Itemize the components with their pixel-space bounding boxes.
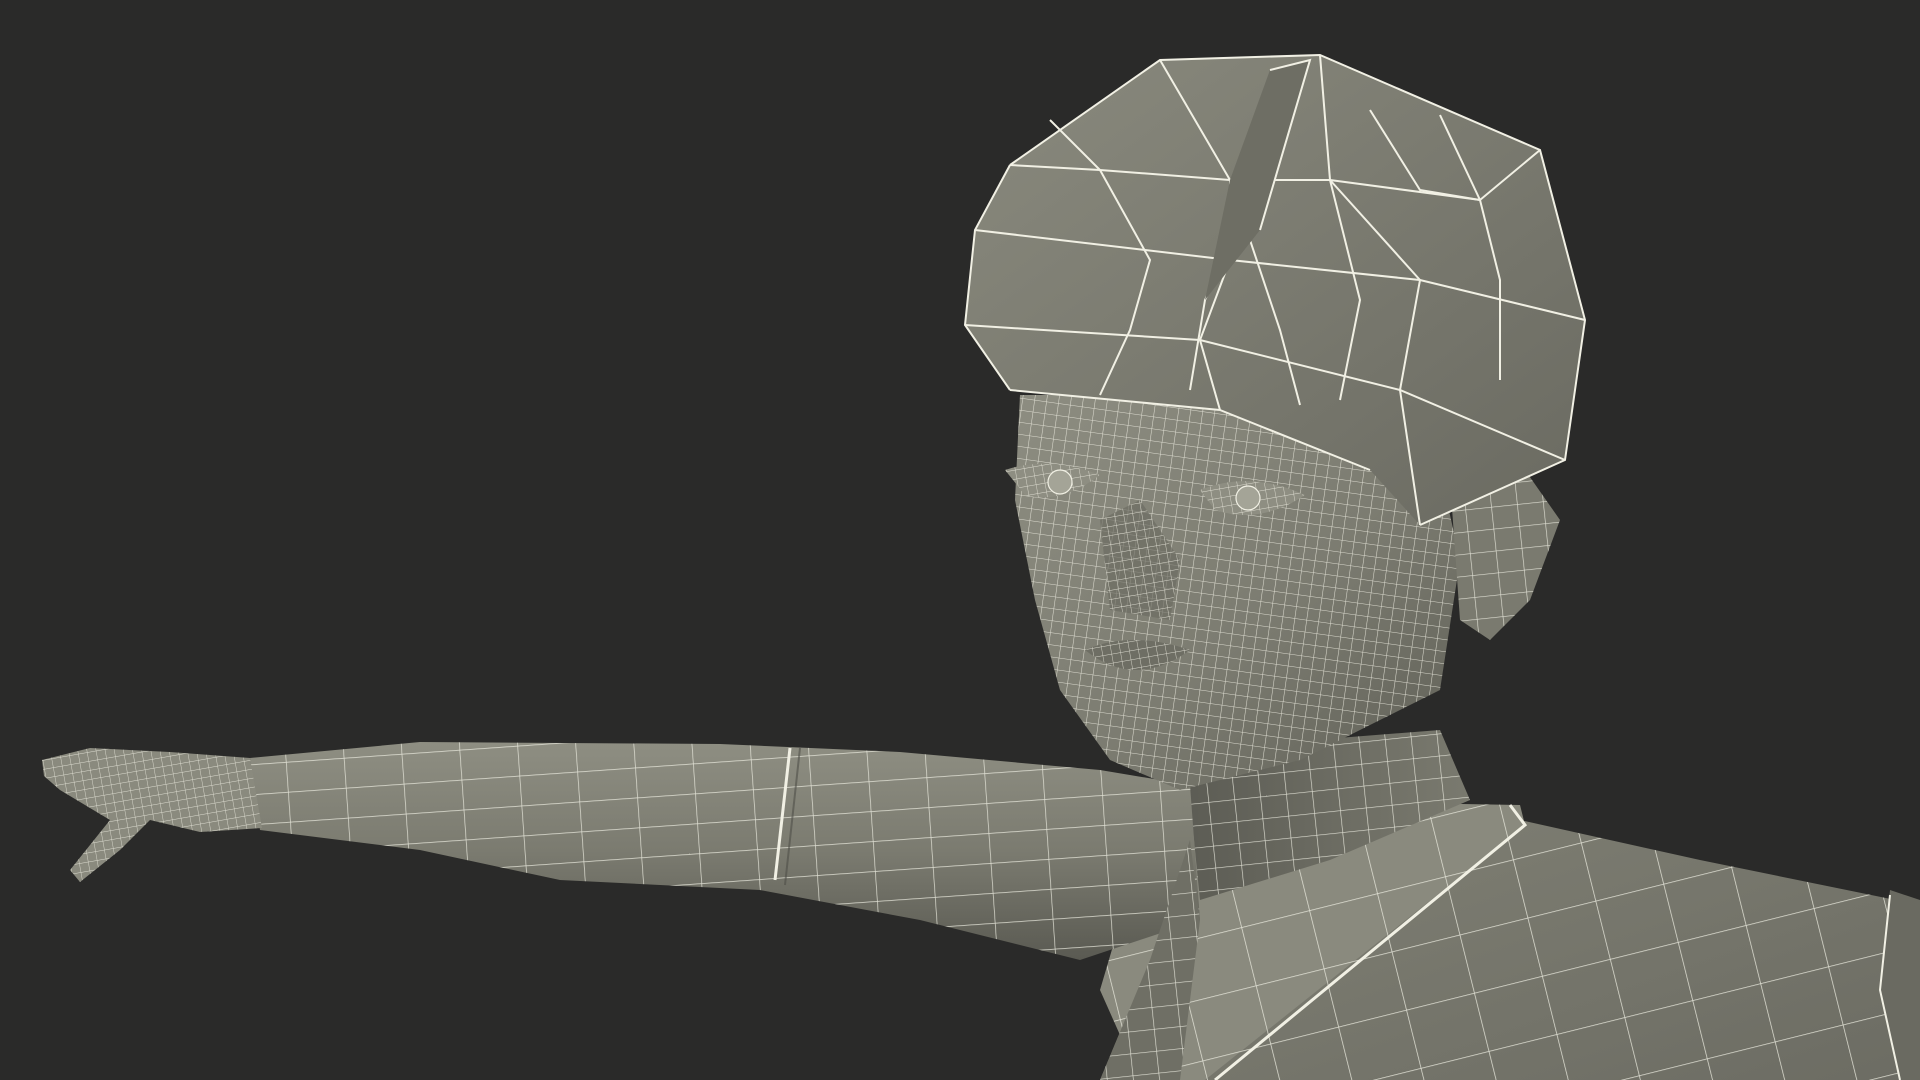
hand-mesh: [42, 748, 262, 882]
render-viewport: [0, 0, 1920, 1080]
wireframe-render: [42, 53, 1920, 1080]
arm-mesh: [250, 742, 1200, 1080]
